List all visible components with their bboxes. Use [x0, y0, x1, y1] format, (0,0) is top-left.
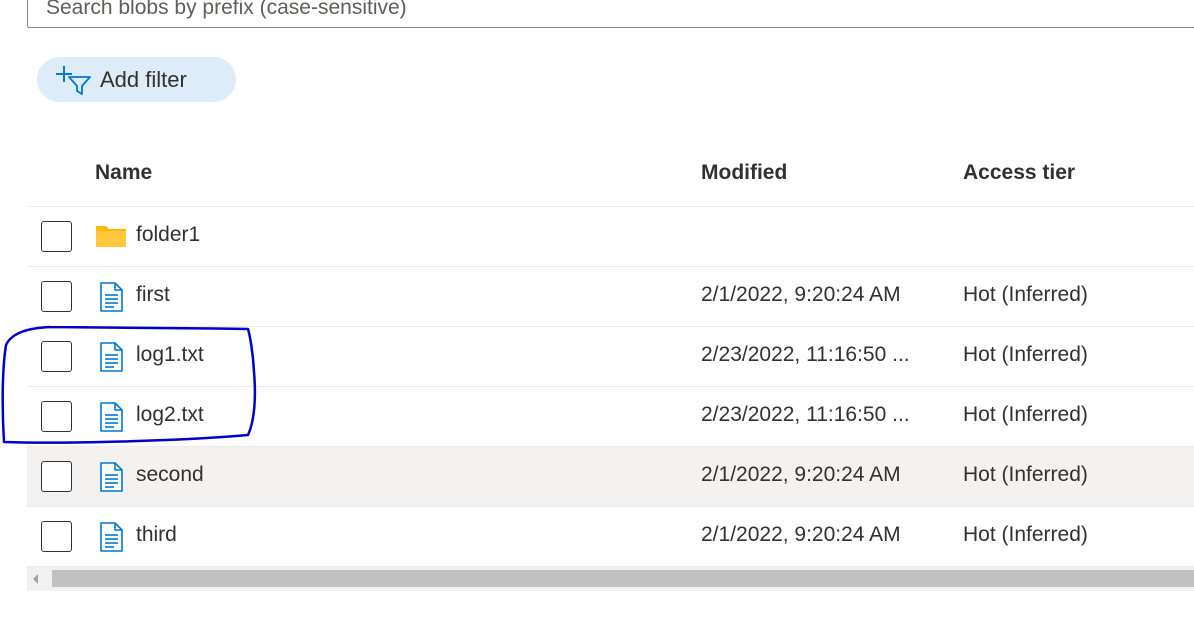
blob-name[interactable]: first: [136, 283, 170, 307]
modified-date: 2/1/2022, 9:20:24 AM: [701, 523, 901, 546]
access-tier: Hot (Inferred): [963, 343, 1088, 366]
table-row[interactable]: second 2/1/2022, 9:20:24 AM Hot (Inferre…: [27, 447, 1194, 507]
add-filter-label: Add filter: [100, 66, 187, 92]
row-checkbox[interactable]: [41, 461, 72, 492]
row-checkbox[interactable]: [41, 401, 72, 432]
modified-date: 2/1/2022, 9:20:24 AM: [701, 463, 901, 486]
add-filter-icon: [56, 65, 91, 95]
file-icon: [100, 462, 123, 492]
horizontal-scrollbar[interactable]: [27, 567, 1194, 591]
access-tier: Hot (Inferred): [963, 463, 1088, 486]
folder-icon: [96, 226, 126, 247]
column-header-access-tier[interactable]: Access tier: [963, 161, 1075, 185]
blob-name[interactable]: second: [136, 463, 204, 487]
table-header: Name Modified Access tier: [27, 145, 1194, 207]
search-box[interactable]: [27, 0, 1194, 28]
file-icon: [100, 402, 123, 432]
table-row[interactable]: log2.txt 2/23/2022, 11:16:50 ... Hot (In…: [27, 387, 1194, 447]
modified-date: 2/23/2022, 11:16:50 ...: [701, 403, 910, 426]
access-tier: Hot (Inferred): [963, 403, 1088, 426]
table-row[interactable]: first 2/1/2022, 9:20:24 AM Hot (Inferred…: [27, 267, 1194, 327]
file-icon: [100, 342, 123, 372]
table-row[interactable]: folder1: [27, 207, 1194, 267]
blob-name[interactable]: folder1: [136, 223, 200, 247]
column-header-modified[interactable]: Modified: [701, 161, 787, 185]
add-filter-button[interactable]: Add filter: [37, 57, 236, 102]
row-checkbox[interactable]: [41, 221, 72, 252]
access-tier: Hot (Inferred): [963, 523, 1088, 546]
scrollbar-thumb[interactable]: [52, 570, 1194, 587]
row-checkbox[interactable]: [41, 521, 72, 552]
access-tier: Hot (Inferred): [963, 283, 1088, 306]
blob-name[interactable]: third: [136, 523, 177, 547]
scroll-left-arrow-icon[interactable]: [33, 574, 38, 584]
blob-list: Name Modified Access tier folder1 first …: [27, 145, 1194, 567]
blob-name[interactable]: log1.txt: [136, 343, 204, 367]
row-checkbox[interactable]: [41, 281, 72, 312]
search-input[interactable]: [28, 0, 1194, 27]
table-row[interactable]: third 2/1/2022, 9:20:24 AM Hot (Inferred…: [27, 507, 1194, 567]
row-checkbox[interactable]: [41, 341, 72, 372]
file-icon: [100, 282, 123, 312]
blob-name[interactable]: log2.txt: [136, 403, 204, 427]
modified-date: 2/23/2022, 11:16:50 ...: [701, 343, 910, 366]
column-header-name[interactable]: Name: [95, 161, 152, 185]
file-icon: [100, 522, 123, 552]
modified-date: 2/1/2022, 9:20:24 AM: [701, 283, 901, 306]
table-row[interactable]: log1.txt 2/23/2022, 11:16:50 ... Hot (In…: [27, 327, 1194, 387]
